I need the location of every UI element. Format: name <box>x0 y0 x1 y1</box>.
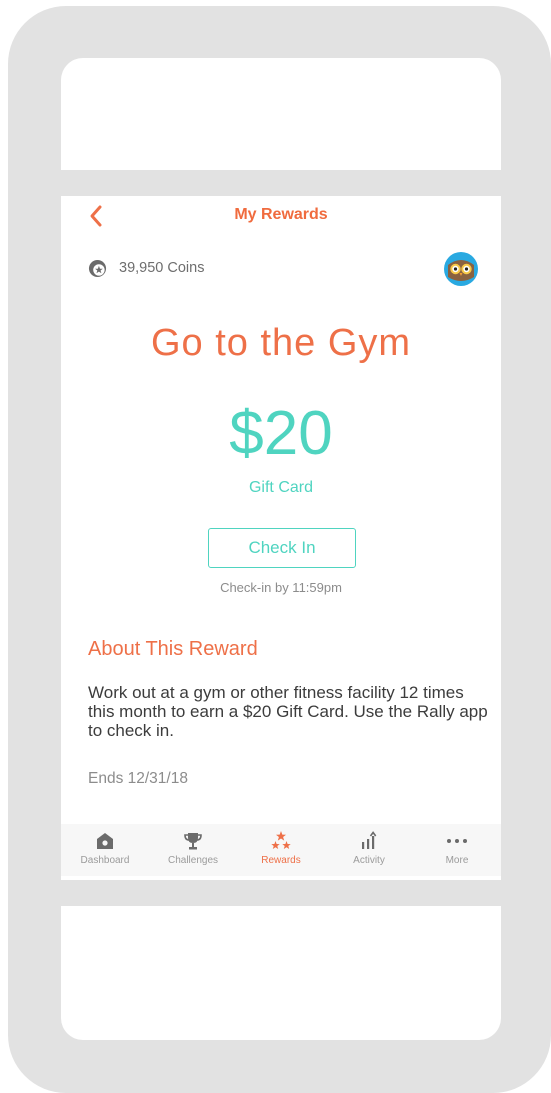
coins-text: 39,950 Coins <box>119 260 205 276</box>
reward-title: Go to the Gym <box>150 322 412 364</box>
tab-more[interactable]: More <box>413 824 501 876</box>
home-icon <box>94 830 116 852</box>
bar-chart-icon <box>358 830 380 852</box>
stars-icon <box>270 830 292 852</box>
coin-balance: 39,950 Coins <box>88 258 204 278</box>
phone-bottom-area <box>61 906 501 1040</box>
tab-label: Rewards <box>261 855 301 866</box>
check-in-deadline: Check-in by 11:59pm <box>220 580 342 595</box>
tab-label: Dashboard <box>80 855 130 866</box>
end-date: Ends 12/31/18 <box>88 770 188 787</box>
avatar[interactable] <box>443 251 479 287</box>
tab-activity[interactable]: Activity <box>325 824 413 876</box>
tab-label: More <box>445 855 469 866</box>
phone-top-area <box>61 58 501 170</box>
owl-avatar-icon <box>444 252 478 286</box>
tab-label: Activity <box>353 855 385 866</box>
tab-dashboard[interactable]: Dashboard <box>61 824 149 876</box>
app-screen: My Rewards 39,950 Coins Go to the Gym $2… <box>61 196 501 880</box>
reward-type: Gift Card <box>248 479 313 496</box>
about-heading: About This Reward <box>88 638 258 660</box>
tab-label: Challenges <box>167 855 219 866</box>
more-dots-icon <box>446 830 468 852</box>
page-title: My Rewards <box>234 206 328 223</box>
reward-amount: $20 <box>229 399 333 468</box>
tab-challenges[interactable]: Challenges <box>149 824 237 876</box>
check-in-button[interactable]: Check In <box>208 528 356 568</box>
about-description: Work out at a gym or other fitness facil… <box>88 683 488 740</box>
nav-bar: My Rewards <box>61 196 501 236</box>
tab-rewards[interactable]: Rewards <box>237 824 325 876</box>
coin-star-icon <box>88 259 107 277</box>
tab-bar: Dashboard Challenges Rewards Activity Mo… <box>61 824 501 876</box>
trophy-icon <box>182 830 204 852</box>
